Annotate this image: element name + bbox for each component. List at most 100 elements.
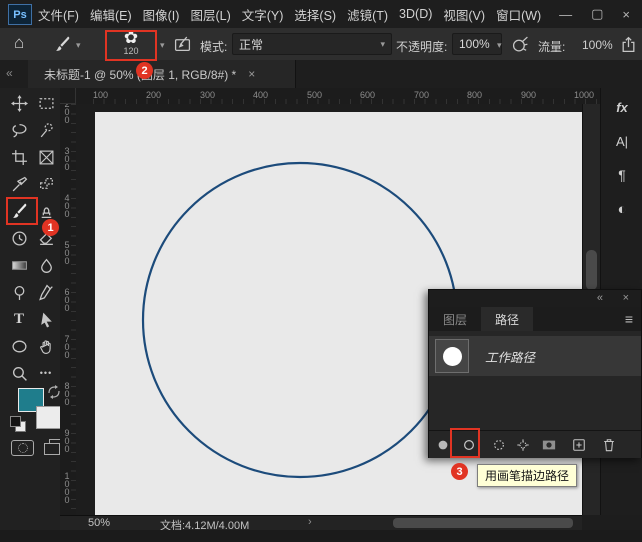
menu-3d[interactable]: 3D(D) <box>399 7 432 21</box>
tool-path-select[interactable] <box>34 307 58 331</box>
ruler-label: 800 <box>467 90 482 100</box>
quick-mask-circle-icon <box>18 443 28 453</box>
history-brush-icon <box>11 230 28 247</box>
hand-icon <box>38 338 55 355</box>
tool-hand[interactable] <box>34 334 58 358</box>
panel-collapse-icon[interactable]: « <box>597 292 603 304</box>
ellipse-icon <box>11 338 28 355</box>
close-button[interactable]: × <box>622 7 630 22</box>
mini-black-swatch <box>10 416 21 427</box>
document-tab[interactable]: 未标题-1 @ 50% (图层 1, RGB/8#) * × <box>28 60 296 88</box>
fill-path-icon <box>436 438 450 452</box>
menu-edit[interactable]: 编辑(E) <box>90 5 132 24</box>
tool-move[interactable] <box>7 91 31 115</box>
window-bottom-edge <box>0 530 642 542</box>
ps-logo: Ps <box>8 4 32 25</box>
toggle-brush-settings-button[interactable] <box>170 32 194 56</box>
tool-frame[interactable] <box>34 145 58 169</box>
zoom-level-field[interactable]: 50% <box>88 517 110 529</box>
make-path-button[interactable] <box>515 437 531 453</box>
menu-window[interactable]: 窗口(W) <box>496 5 541 24</box>
chevron-down-icon: ▾ <box>380 39 385 50</box>
paths-panel-header: « × <box>429 290 641 307</box>
panel-close-icon[interactable]: × <box>623 292 629 304</box>
menu-select[interactable]: 选择(S) <box>294 5 336 24</box>
brush-icon <box>54 36 71 53</box>
home-icon[interactable]: ⌂ <box>14 33 24 53</box>
annotation-box-brush-preset <box>105 30 157 61</box>
brush-panel-icon <box>174 36 191 53</box>
menu-layer[interactable]: 图层(L) <box>190 5 230 24</box>
tool-gradient[interactable] <box>7 253 31 277</box>
tab-layers[interactable]: 图层 <box>429 307 481 331</box>
ruler-label: 700 <box>414 90 429 100</box>
work-path-label[interactable]: 工作路径 <box>485 347 535 366</box>
vertical-scrollbar-thumb[interactable] <box>586 250 597 290</box>
menu-file[interactable]: 文件(F) <box>38 5 79 24</box>
path-from-selection-icon <box>516 438 530 452</box>
tool-patch[interactable] <box>34 172 58 196</box>
tool-shape-ellipse[interactable] <box>7 334 31 358</box>
ruler-label: 200 <box>146 90 161 100</box>
menu-view[interactable]: 视图(V) <box>443 5 485 24</box>
menu-type[interactable]: 文字(Y) <box>242 5 284 24</box>
quick-mask-button[interactable] <box>11 440 34 456</box>
chevron-down-icon[interactable]: ▾ <box>160 40 165 51</box>
collapse-docs-icon[interactable]: « <box>6 66 13 80</box>
chevron-down-icon[interactable]: ▾ <box>497 40 502 51</box>
more-icon: ••• <box>40 368 52 378</box>
gradient-icon <box>11 257 28 274</box>
new-path-button[interactable] <box>571 437 587 453</box>
tool-lasso[interactable] <box>7 118 31 142</box>
tool-eyedropper[interactable] <box>7 172 31 196</box>
tool-blur[interactable] <box>34 253 58 277</box>
mask-icon <box>542 438 556 452</box>
fx-panel-icon[interactable]: fx <box>601 92 642 122</box>
swap-colors-icon[interactable] <box>47 385 61 399</box>
opacity-field[interactable]: 100% <box>452 33 502 55</box>
minimize-button[interactable]: — <box>559 7 572 22</box>
horizontal-scrollbar-thumb[interactable] <box>393 518 573 528</box>
ruler-label: 900 <box>521 90 536 100</box>
add-mask-button[interactable] <box>541 437 557 453</box>
tab-bar: « 未标题-1 @ 50% (图层 1, RGB/8#) * × <box>0 60 642 89</box>
background-color-swatch[interactable] <box>36 406 61 429</box>
tab-close-icon[interactable]: × <box>248 67 255 81</box>
fill-path-button[interactable] <box>435 437 451 453</box>
move-icon <box>11 95 28 112</box>
patch-icon <box>38 176 55 193</box>
tool-pen[interactable] <box>34 280 58 304</box>
ruler-label: 800 <box>62 381 72 405</box>
brush-tool-preset-icon[interactable] <box>50 32 74 56</box>
tool-quick-select[interactable] <box>34 118 58 142</box>
delete-path-button[interactable] <box>601 437 617 453</box>
tool-marquee[interactable] <box>34 91 58 115</box>
status-chevron-icon[interactable]: › <box>308 516 312 528</box>
tool-panel: T ••• <box>0 88 61 542</box>
flow-value[interactable]: 100% <box>582 38 613 52</box>
mode-select[interactable]: 正常 ▾ <box>232 33 392 55</box>
panel-menu-icon[interactable]: ≡ <box>625 311 633 327</box>
tool-edit-toolbar[interactable]: ••• <box>34 361 58 385</box>
marquee-icon <box>38 95 55 112</box>
menu-image[interactable]: 图像(I) <box>143 5 180 24</box>
airbrush-toggle-button[interactable] <box>508 32 532 56</box>
export-button[interactable] <box>616 32 640 56</box>
stroke-path-tooltip: 用画笔描边路径 <box>477 464 577 487</box>
chevron-down-icon[interactable]: ▾ <box>76 40 81 51</box>
tool-type[interactable]: T <box>7 307 31 331</box>
load-selection-button[interactable] <box>491 437 507 453</box>
character-panel-icon[interactable]: A| <box>601 126 642 156</box>
tool-crop[interactable] <box>7 145 31 169</box>
adjustments-panel-icon[interactable]: ◐ <box>601 194 642 224</box>
maximize-button[interactable]: ▢ <box>591 6 603 22</box>
work-path-row[interactable]: 工作路径 <box>429 336 641 376</box>
tool-zoom[interactable] <box>7 361 31 385</box>
default-colors-icon[interactable] <box>10 416 25 430</box>
trash-icon <box>602 438 616 452</box>
menu-filter[interactable]: 滤镜(T) <box>347 5 388 24</box>
tab-paths[interactable]: 路径 <box>481 307 533 331</box>
tool-dodge[interactable] <box>7 280 31 304</box>
tool-history-brush[interactable] <box>7 226 31 250</box>
paragraph-panel-icon[interactable]: ¶ <box>601 160 642 190</box>
